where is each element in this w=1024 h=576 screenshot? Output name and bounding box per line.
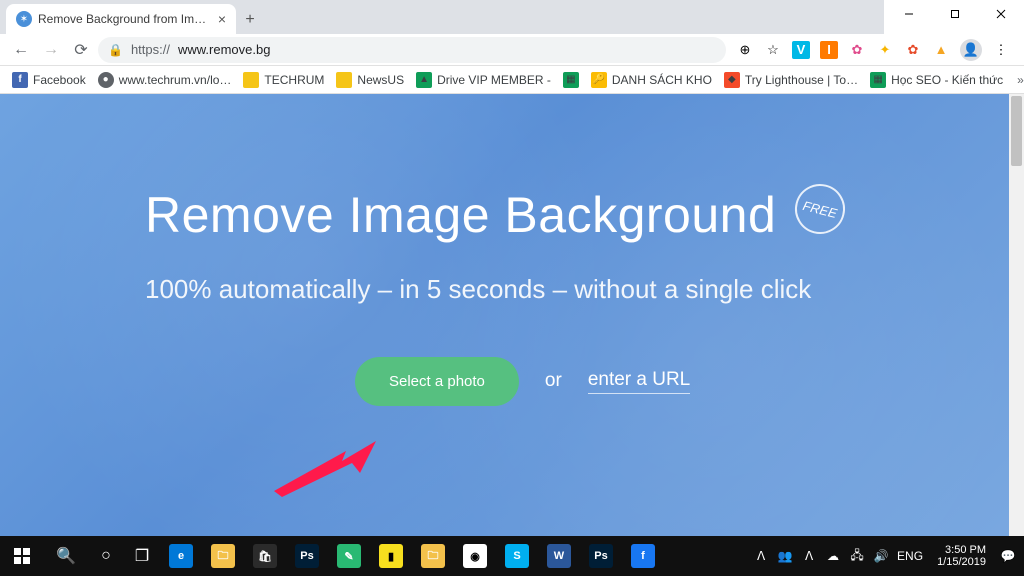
bookmark-item[interactable]: TECHRUM bbox=[237, 66, 330, 93]
tab-close-icon[interactable]: × bbox=[218, 11, 226, 27]
page-subheadline: 100% automatically – in 5 seconds – with… bbox=[145, 274, 964, 305]
taskbar-app-notepad[interactable]: ✎ bbox=[328, 536, 370, 576]
bookmark-item[interactable]: fFacebook bbox=[6, 66, 92, 93]
forward-button[interactable]: → bbox=[38, 37, 64, 63]
ext-icon-1[interactable]: V bbox=[792, 41, 810, 59]
window-maximize-button[interactable] bbox=[932, 0, 978, 28]
ext-icon-2[interactable]: I bbox=[820, 41, 838, 59]
sheets-icon: ▦ bbox=[870, 72, 886, 88]
back-button[interactable]: ← bbox=[8, 37, 34, 63]
folder-icon bbox=[336, 72, 352, 88]
page-headline: Remove Image Background bbox=[145, 186, 776, 244]
lighthouse-icon: ◆ bbox=[724, 72, 740, 88]
folder-icon bbox=[243, 72, 259, 88]
start-button[interactable] bbox=[0, 536, 44, 576]
annotation-arrow-icon bbox=[268, 439, 378, 499]
free-badge: FREE bbox=[789, 179, 850, 240]
system-tray: ᐱ 👥 ᐱ ☁ 🖧 🔊 ENG 3:50 PM 1/15/2019 💬 bbox=[745, 536, 1024, 576]
language-indicator[interactable]: ENG bbox=[897, 548, 923, 564]
ext-icon-5[interactable]: ✿ bbox=[904, 41, 922, 59]
taskbar-clock[interactable]: 3:50 PM 1/15/2019 bbox=[931, 544, 992, 568]
browser-tabstrip: ✶ Remove Background from Image × + bbox=[0, 0, 884, 34]
tray-chevron-icon[interactable]: ᐱ bbox=[753, 548, 769, 564]
taskbar-app-folder[interactable]: 🗀 bbox=[412, 536, 454, 576]
lock-icon: 🔒 bbox=[108, 43, 123, 57]
taskbar-app-explorer[interactable]: 🗀 bbox=[202, 536, 244, 576]
globe-icon: ● bbox=[98, 72, 114, 88]
bookmark-item[interactable]: ▦ bbox=[557, 66, 585, 93]
taskbar-app-store[interactable]: 🛍 bbox=[244, 536, 286, 576]
toolbar-icons: ⊕ ☆ V I ✿ ✦ ✿ ▲ 👤 ⋮ bbox=[730, 39, 1016, 61]
ext-icon-4[interactable]: ✦ bbox=[876, 41, 894, 59]
drive-icon: ▲ bbox=[416, 72, 432, 88]
star-icon[interactable]: ☆ bbox=[764, 41, 782, 59]
menu-icon[interactable]: ⋮ bbox=[992, 41, 1010, 59]
select-photo-button[interactable]: Select a photo bbox=[355, 357, 519, 406]
new-tab-button[interactable]: + bbox=[236, 6, 264, 34]
bookmark-item[interactable]: ▦Học SEO - Kiến thức bbox=[864, 66, 1009, 93]
taskbar-app-ps[interactable]: Ps bbox=[286, 536, 328, 576]
windows-taskbar: 🔍 ○ ❐ e 🗀 🛍 Ps ✎ ▮ 🗀 ◉ S W Ps f ᐱ 👥 ᐱ ☁ … bbox=[0, 536, 1024, 576]
bookmark-item[interactable]: ▲Drive VIP MEMBER - bbox=[410, 66, 557, 93]
reload-button[interactable]: ⟳ bbox=[68, 37, 94, 63]
taskbar-app-chrome[interactable]: ◉ bbox=[454, 536, 496, 576]
bookmark-item[interactable]: ●www.techrum.vn/lo… bbox=[92, 66, 238, 93]
ext-icon-6[interactable]: ▲ bbox=[932, 41, 950, 59]
window-close-button[interactable] bbox=[978, 0, 1024, 28]
task-view-button[interactable]: ❐ bbox=[124, 536, 160, 576]
search-button[interactable]: 🔍 bbox=[44, 536, 88, 576]
tab-title: Remove Background from Image bbox=[38, 12, 212, 26]
taskbar-app-edge[interactable]: e bbox=[160, 536, 202, 576]
profile-avatar[interactable]: 👤 bbox=[960, 39, 982, 61]
tray-chevron-icon[interactable]: ᐱ bbox=[801, 548, 817, 564]
key-icon: 🔑 bbox=[591, 72, 607, 88]
zoom-icon[interactable]: ⊕ bbox=[736, 41, 754, 59]
taskbar-app-ps2[interactable]: Ps bbox=[580, 536, 622, 576]
browser-toolbar: ← → ⟳ 🔒 https:// www.remove.bg ⊕ ☆ V I ✿ … bbox=[0, 34, 1024, 66]
bookmarks-bar: fFacebook ●www.techrum.vn/lo… TECHRUM Ne… bbox=[0, 66, 1024, 94]
taskbar-app-pycharm[interactable]: ▮ bbox=[370, 536, 412, 576]
url-scheme: https:// bbox=[131, 42, 170, 57]
page-content: Remove Image Background FREE 100% automa… bbox=[0, 94, 1024, 536]
volume-icon[interactable]: 🔊 bbox=[873, 548, 889, 564]
url-host: www.remove.bg bbox=[178, 42, 270, 57]
onedrive-icon[interactable]: ☁ bbox=[825, 548, 841, 564]
enter-url-link[interactable]: enter a URL bbox=[588, 369, 690, 394]
bookmark-item[interactable]: ◆Try Lighthouse | To… bbox=[718, 66, 864, 93]
bookmarks-overflow[interactable]: » bbox=[1009, 73, 1024, 87]
ext-icon-3[interactable]: ✿ bbox=[848, 41, 866, 59]
bookmark-item[interactable]: NewsUS bbox=[330, 66, 410, 93]
window-controls bbox=[886, 0, 1024, 28]
tab-favicon-icon: ✶ bbox=[16, 11, 32, 27]
taskbar-app-fb[interactable]: f bbox=[622, 536, 664, 576]
network-icon[interactable]: 🖧 bbox=[849, 548, 865, 564]
sheets-icon: ▦ bbox=[563, 72, 579, 88]
taskbar-app-word[interactable]: W bbox=[538, 536, 580, 576]
address-bar[interactable]: 🔒 https:// www.remove.bg bbox=[98, 37, 726, 63]
action-center-icon[interactable]: 💬 bbox=[1000, 548, 1016, 564]
or-text: or bbox=[545, 370, 562, 392]
bookmark-item[interactable]: 🔑DANH SÁCH KHO bbox=[585, 66, 718, 93]
facebook-icon: f bbox=[12, 72, 28, 88]
taskbar-app-skype[interactable]: S bbox=[496, 536, 538, 576]
people-icon[interactable]: 👥 bbox=[777, 548, 793, 564]
window-minimize-button[interactable] bbox=[886, 0, 932, 28]
browser-tab-active[interactable]: ✶ Remove Background from Image × bbox=[6, 4, 236, 34]
cortana-button[interactable]: ○ bbox=[88, 536, 124, 576]
